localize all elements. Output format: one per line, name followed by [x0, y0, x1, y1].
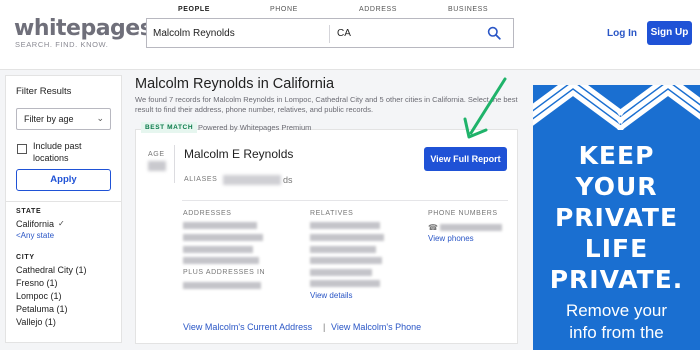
filter-divider [6, 201, 121, 202]
aliases-tail: ds [283, 175, 293, 185]
search-icon[interactable] [487, 26, 501, 40]
city-item[interactable]: Cathedral City (1) [16, 265, 87, 275]
address-redacted [183, 257, 259, 264]
phone-redacted [440, 224, 502, 231]
ad-subtext-line: info from the [569, 323, 664, 342]
aliases-redacted [223, 175, 281, 185]
address-redacted [183, 222, 257, 229]
premium-note: Powered by Whitepages Premium [198, 123, 312, 132]
address-redacted [183, 246, 253, 253]
person-name[interactable]: Malcolm E Reynolds [184, 147, 293, 161]
age-label: AGE [148, 151, 165, 158]
address-redacted [183, 282, 261, 289]
footer-separator: | [323, 322, 326, 332]
relative-redacted [310, 246, 376, 253]
tab-address[interactable]: ADDRESS [359, 6, 397, 13]
age-filter-value: Filter by age [24, 114, 74, 124]
relative-redacted [310, 222, 380, 229]
relative-redacted [310, 234, 384, 241]
tagline: SEARCH. FIND. KNOW. [15, 40, 109, 49]
filter-title: Filter Results [16, 86, 72, 97]
site-header: whitepages SEARCH. FIND. KNOW. PEOPLE PH… [0, 0, 700, 70]
city-heading: CITY [16, 254, 35, 261]
ad-headline-line: YOUR [575, 172, 658, 201]
phone-numbers-label: PHONE NUMBERS [428, 210, 498, 217]
city-item[interactable]: Fresno (1) [16, 278, 58, 288]
ad-headline-line: KEEP [578, 141, 655, 170]
city-item[interactable]: Lompoc (1) [16, 291, 62, 301]
chevron-pattern-icon [533, 85, 700, 130]
state-value: California [16, 219, 55, 229]
relative-redacted [310, 280, 380, 287]
address-redacted [183, 234, 263, 241]
ad-headline-line: LIFE [584, 234, 649, 263]
checkmark-icon: ✓ [58, 219, 65, 228]
city-item[interactable]: Petaluma (1) [16, 304, 68, 314]
login-link[interactable]: Log In [607, 28, 637, 39]
location-search-input[interactable]: CA [337, 28, 351, 39]
best-match-badge: BEST MATCH [141, 122, 198, 133]
privacy-ad-banner[interactable]: KEEP YOUR PRIVATE LIFE PRIVATE. Remove y… [533, 85, 700, 350]
search-box: Malcolm Reynolds CA [146, 18, 514, 48]
annotation-arrow-icon [463, 77, 507, 139]
chevron-down-icon: ⌄ [96, 113, 104, 123]
addresses-label: ADDRESSES [183, 210, 232, 217]
result-card: BEST MATCH Powered by Whitepages Premium… [135, 122, 518, 344]
any-state-link[interactable]: <Any state [16, 231, 54, 240]
phone-link[interactable]: View Malcolm's Phone [331, 322, 421, 332]
view-phones-link[interactable]: View phones [428, 234, 474, 243]
ad-headline-line: PRIVATE. [549, 265, 684, 294]
age-filter-select[interactable]: Filter by age ⌄ [16, 108, 111, 130]
relative-redacted [310, 269, 372, 276]
card-separator [182, 200, 508, 201]
whitepages-logo[interactable]: whitepages [14, 16, 153, 41]
ad-headline-line: PRIVATE [554, 203, 679, 232]
ad-subtext: Remove your info from the [533, 300, 700, 344]
include-past-checkbox[interactable] [17, 144, 27, 154]
relatives-label: RELATIVES [310, 210, 354, 217]
signup-button[interactable]: Sign Up [647, 21, 692, 45]
search-divider [329, 25, 330, 43]
state-heading: STATE [16, 208, 42, 215]
tab-phone[interactable]: PHONE [270, 6, 298, 13]
card-divider [174, 145, 175, 183]
city-item[interactable]: Vallejo (1) [16, 317, 56, 327]
current-address-link[interactable]: View Malcolm's Current Address [183, 322, 312, 332]
aliases-label: ALIASES [184, 176, 218, 183]
plus-addresses-label: PLUS ADDRESSES IN [183, 269, 266, 276]
results-headline: Malcolm Reynolds in California [135, 76, 335, 92]
tab-people[interactable]: PEOPLE [178, 6, 210, 13]
name-search-input[interactable]: Malcolm Reynolds [153, 28, 235, 39]
phone-icon: ☎ [428, 223, 438, 232]
view-details-link[interactable]: View details [310, 291, 353, 300]
include-past-label[interactable]: Include past locations [33, 140, 113, 164]
age-redacted [148, 161, 166, 171]
apply-button[interactable]: Apply [16, 169, 111, 191]
tab-business[interactable]: BUSINESS [448, 6, 488, 13]
view-full-report-button[interactable]: View Full Report [424, 147, 507, 171]
filter-panel: Filter Results Filter by age ⌄ Include p… [5, 75, 122, 343]
relative-redacted [310, 257, 382, 264]
ad-subtext-line: Remove your [565, 301, 668, 320]
